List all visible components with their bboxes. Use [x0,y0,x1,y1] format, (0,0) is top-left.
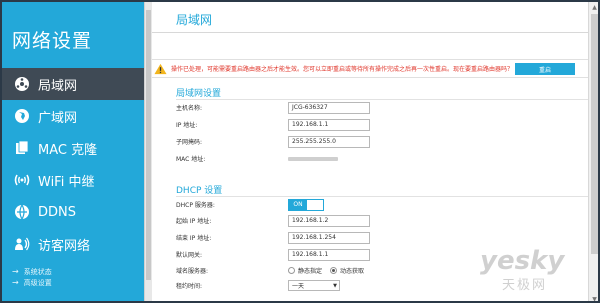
toggle-off-area [307,199,323,210]
watermark-logo-text: yesky [480,246,565,276]
sidebar-item-ddns[interactable]: DDNS [2,196,144,228]
ip-row: IP 地址: 192.168.1.1 [176,118,370,131]
dhcp-server-row: DHCP 服务器: ON [176,198,324,211]
watermark-subtext: 天极网 [502,278,548,293]
start-ip-input[interactable]: 192.168.1.2 [288,214,370,227]
hostname-label: 主机名称: [176,105,203,112]
title-divider [152,32,588,33]
end-ip-input[interactable]: 192.168.1.254 [288,231,370,244]
netmask-row: 子网掩码: 255.255.255.0 [176,135,370,148]
scroll-down-icon[interactable]: ▼ [589,294,598,301]
netmask-label: 子网掩码: [176,139,203,146]
gateway-input[interactable]: 192.168.1.1 [288,248,370,261]
dns-option-static[interactable]: 静态指定 [288,266,322,275]
mac-label: MAC 地址: [176,156,206,163]
document-icon [14,140,30,156]
sidebar-scrollbar[interactable] [144,2,152,301]
main-scrollbar-thumb[interactable] [591,14,598,254]
end-ip-label: 结束 IP 地址: [176,235,212,242]
toggle-on-label: ON [289,199,307,210]
lease-row: 租约时间: 一天 ▼ [176,279,340,292]
chevron-down-icon: ▼ [333,282,337,289]
hostname-input[interactable]: JCG-636327 [288,101,370,114]
dhcp-server-label: DHCP 服务器: [176,202,215,209]
watermark: yesky 天极网 [480,248,590,300]
sub-link-status[interactable]: → 系统状态 [12,266,52,277]
sidebar-item-label: DDNS [38,204,76,220]
radio-button[interactable] [288,267,295,274]
dns-row: 域名服务器: 静态指定 动态获取 [176,264,372,277]
sidebar-item-wifi-relay[interactable]: WiFi 中继 [2,164,144,196]
sidebar: 网络设置 局域网 广域网 MAC 克隆 WiFi 中继 DDNS 访客网络 → … [2,2,144,301]
lan-section-title: 局域网设置 [176,89,222,99]
sidebar-item-label: WiFi 中继 [38,174,95,190]
dhcp-section-divider [176,196,588,197]
start-ip-row: 起始 IP 地址: 192.168.1.2 [176,214,370,227]
radio-button-checked[interactable] [330,267,338,274]
start-ip-label: 起始 IP 地址: [176,218,212,225]
dhcp-section-title: DHCP 设置 [176,186,223,196]
dns-option-dynamic[interactable]: 动态获取 [330,266,364,275]
hostname-row: 主机名称: JCG-636327 [176,101,370,114]
sidebar-sub-links: → 系统状态 → 高级设置 [12,266,52,288]
sidebar-item-label: MAC 克隆 [38,142,98,158]
mac-row: MAC 地址: [176,152,338,165]
wifi-relay-icon [14,172,30,188]
reboot-button[interactable]: 重启 [515,63,575,75]
sub-link-advanced[interactable]: → 高级设置 [12,277,52,288]
gateway-label: 默认网关: [176,252,203,259]
mac-value-redacted [288,156,338,161]
reboot-warning-bar: 操作已处理，可能需要重启路由器之后才能生效。您可以立即重启或等待所有操作完成之后… [152,59,588,78]
ddns-icon [14,204,30,220]
arrow-right-icon: → [12,278,19,287]
scroll-up-icon[interactable]: ▲ [589,2,598,13]
page-title: 局域网 [176,13,213,27]
sidebar-item-lan[interactable]: 局域网 [2,68,144,100]
end-ip-row: 结束 IP 地址: 192.168.1.254 [176,231,370,244]
arrow-right-icon: → [12,267,19,276]
warning-text: 操作已处理，可能需要重启路由器之后才能生效。您可以立即重启或等待所有操作完成之后… [171,66,514,73]
guest-network-icon [14,236,30,252]
gateway-row: 默认网关: 192.168.1.1 [176,248,370,261]
warning-icon [154,63,167,74]
sidebar-item-label: 局域网 [38,78,78,94]
netmask-input[interactable]: 255.255.255.0 [288,135,370,148]
network-icon [14,76,30,92]
sidebar-item-label: 访客网络 [38,238,91,254]
lease-time-select[interactable]: 一天 ▼ [288,280,340,291]
sidebar-item-guest-network[interactable]: 访客网络 [2,228,144,260]
lan-section-divider [176,99,588,100]
sidebar-item-mac-clone[interactable]: MAC 克隆 [2,132,144,164]
sidebar-title: 网络设置 [12,30,93,52]
router-admin-window: 网络设置 局域网 广域网 MAC 克隆 WiFi 中继 DDNS 访客网络 → … [0,0,600,303]
nav-list: 局域网 广域网 MAC 克隆 WiFi 中继 DDNS 访客网络 [2,68,144,260]
dhcp-server-toggle[interactable]: ON [288,198,324,211]
ip-label: IP 地址: [176,122,198,129]
globe-icon [14,108,30,124]
sidebar-item-wan[interactable]: 广域网 [2,100,144,132]
sidebar-item-label: 广域网 [38,110,78,126]
dns-label: 域名服务器: [176,268,209,275]
ip-input[interactable]: 192.168.1.1 [288,118,370,131]
lease-label: 租约时间: [176,283,203,290]
dns-radio-group: 静态指定 动态获取 [288,266,372,275]
sidebar-scrollbar-thumb[interactable] [146,10,151,280]
